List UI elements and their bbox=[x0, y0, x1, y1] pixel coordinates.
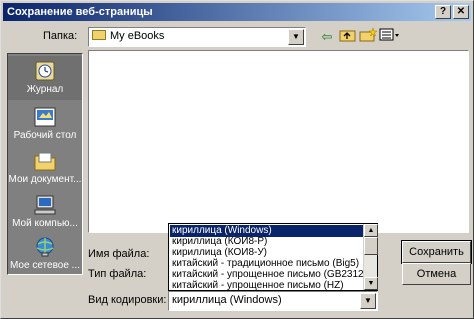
dropdown-scrollbar[interactable]: ▲ ▼ bbox=[363, 224, 378, 290]
folder-value: My eBooks bbox=[110, 30, 165, 42]
save-webpage-dialog: Сохранение веб-страницы ? ✕ Папка: My eB… bbox=[0, 0, 474, 319]
window-title: Сохранение веб-страницы bbox=[7, 6, 153, 18]
my-computer-icon bbox=[33, 194, 57, 216]
scroll-up-icon[interactable]: ▲ bbox=[364, 224, 378, 237]
history-icon bbox=[33, 60, 57, 82]
close-button[interactable]: ✕ bbox=[453, 5, 469, 19]
new-folder-icon[interactable] bbox=[358, 27, 378, 46]
encoding-value: кириллица (Windows) bbox=[172, 294, 282, 306]
file-list[interactable] bbox=[88, 50, 469, 233]
scroll-down-icon[interactable]: ▼ bbox=[364, 277, 378, 290]
places-item-history[interactable]: Журнал bbox=[8, 56, 82, 100]
filename-label: Имя файла: bbox=[88, 248, 150, 260]
places-item-my-documents[interactable]: Мои документ... bbox=[8, 146, 82, 190]
view-menu-icon[interactable] bbox=[378, 28, 402, 46]
save-button[interactable]: Сохранить bbox=[401, 240, 472, 264]
encoding-dropdown: кириллица (Windows) кириллица (КОИ8-Р) к… bbox=[168, 223, 378, 291]
my-documents-icon bbox=[33, 150, 57, 172]
title-bar: Сохранение веб-страницы ? ✕ bbox=[3, 3, 471, 21]
scroll-thumb[interactable] bbox=[364, 237, 378, 255]
chevron-down-icon[interactable]: ▼ bbox=[288, 29, 304, 45]
folder-label: Папка: bbox=[43, 30, 78, 42]
encoding-label: Вид кодировки: bbox=[88, 294, 167, 306]
help-button[interactable]: ? bbox=[435, 5, 451, 19]
back-icon[interactable]: ⇦ bbox=[317, 28, 337, 46]
folder-icon bbox=[92, 30, 106, 40]
places-bar: Журнал Рабочий стол Мои документ... Мой … bbox=[7, 53, 83, 275]
filetype-label: Тип файла: bbox=[88, 268, 147, 280]
up-folder-icon[interactable] bbox=[338, 28, 358, 46]
desktop-icon bbox=[33, 106, 57, 128]
places-item-desktop[interactable]: Рабочий стол bbox=[8, 102, 82, 146]
folder-combo[interactable]: My eBooks ▼ bbox=[88, 27, 306, 47]
network-places-icon bbox=[33, 236, 57, 258]
chevron-down-icon[interactable]: ▼ bbox=[360, 293, 376, 309]
places-item-my-computer[interactable]: Мой компью... bbox=[8, 190, 82, 234]
cancel-button[interactable]: Отмена bbox=[402, 263, 471, 285]
encoding-combo[interactable]: кириллица (Windows) ▼ bbox=[168, 291, 378, 311]
places-item-network[interactable]: Мое сетевое ... bbox=[8, 232, 82, 274]
encoding-option[interactable]: китайский - упрощенное письмо (HZ) bbox=[170, 280, 363, 292]
